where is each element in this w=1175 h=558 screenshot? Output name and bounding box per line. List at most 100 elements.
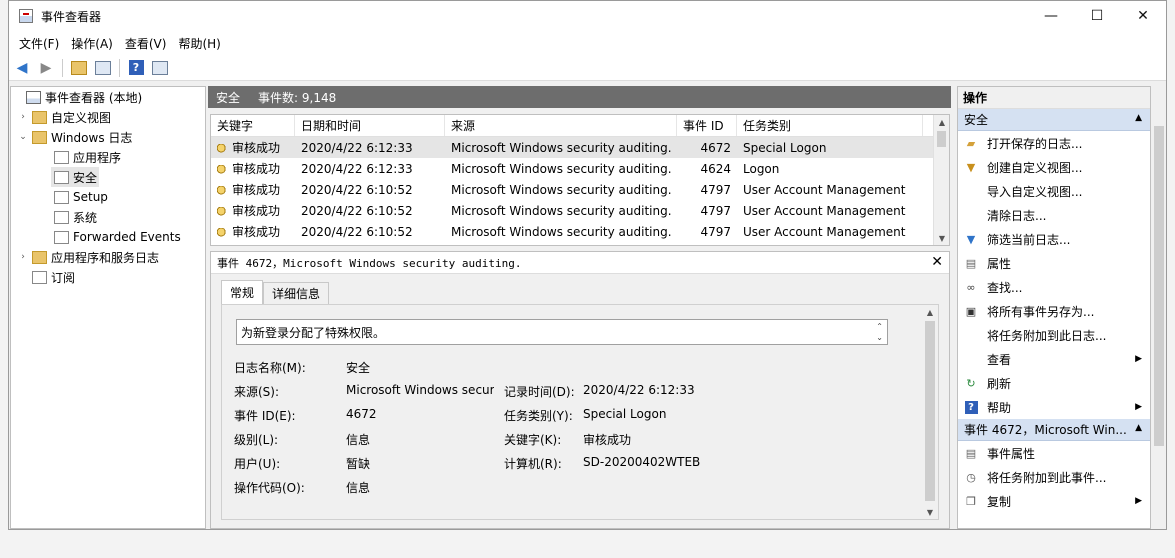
label-source: 来源(S): [234, 385, 280, 399]
expand-arrow-icon[interactable]: › [17, 252, 29, 262]
action-import-custom-view[interactable]: 导入自定义视图... [958, 179, 1150, 203]
tree-setup[interactable]: Setup [51, 187, 108, 207]
action-attach-task-to-log[interactable]: 将任务附加到此日志... [958, 323, 1150, 347]
column-task-category[interactable]: 任务类别 [737, 115, 923, 136]
event-count: 事件数: 9,148 [258, 90, 337, 105]
tab-details[interactable]: 详细信息 [263, 282, 330, 304]
column-datetime[interactable]: 日期和时间 [295, 115, 445, 136]
copy-icon: ❐ [966, 494, 976, 508]
log-name: 安全 [216, 90, 241, 105]
event-detail-title: 事件 4672，Microsoft Windows security audit… [217, 256, 522, 270]
refresh-icon: ↻ [966, 376, 976, 390]
action-clear-log[interactable]: 清除日志... [958, 203, 1150, 227]
show-hide-action-pane-icon[interactable] [149, 57, 171, 79]
up-folder-icon[interactable] [68, 57, 90, 79]
table-row[interactable]: 审核成功 2020/4/22 6:10:52 Microsoft Windows… [211, 179, 949, 200]
tree-custom-views[interactable]: › 自定义视图 [17, 107, 111, 127]
menu-file[interactable]: 文件(F) [13, 35, 65, 52]
maximize-button[interactable]: ☐ [1074, 1, 1120, 31]
event-message-box[interactable]: 为新登录分配了特殊权限。 ⌃ ⌄ [236, 319, 888, 345]
filter-icon: ▼ [966, 232, 976, 246]
minimize-button[interactable]: — [1028, 1, 1074, 31]
tree-root[interactable]: 事件查看器 (本地) [11, 87, 142, 107]
event-list-scrollbar[interactable]: ▲ ▼ [933, 115, 949, 245]
folder-icon [32, 110, 47, 124]
action-view[interactable]: 查看 ▶ [958, 347, 1150, 371]
table-row[interactable]: 审核成功 2020/4/22 6:12:33 Microsoft Windows… [211, 137, 949, 158]
label-level: 级别(L): [234, 433, 279, 447]
action-help[interactable]: ? 帮助 ▶ [958, 395, 1150, 419]
actions-section-security[interactable]: 安全 ▲ [958, 109, 1150, 131]
action-label: 将所有事件另存为... [987, 304, 1095, 319]
properties-icon: ▤ [965, 256, 977, 270]
tree-security-label: 安全 [73, 170, 98, 185]
tree-app-services-label: 应用程序和服务日志 [51, 250, 160, 265]
action-event-properties[interactable]: ▤ 事件属性 [958, 441, 1150, 465]
collapse-caret-icon[interactable]: ▲ [1135, 113, 1142, 123]
actions-scrollbar[interactable] [1151, 86, 1166, 529]
title-bar[interactable]: 事件查看器 — ☐ ✕ [9, 1, 1166, 31]
close-detail-icon[interactable]: ✕ [931, 254, 943, 270]
action-copy[interactable]: ❐ 复制 ▶ [958, 489, 1150, 513]
log-icon [54, 210, 69, 224]
show-hide-tree-icon[interactable] [92, 57, 114, 79]
actions-section-event[interactable]: 事件 4672，Microsoft Win... ▲ [958, 419, 1150, 441]
action-find[interactable]: ∞ 查找... [958, 275, 1150, 299]
event-message: 为新登录分配了特殊权限。 [241, 325, 386, 340]
action-properties[interactable]: ▤ 属性 [958, 251, 1150, 275]
tree-application[interactable]: 应用程序 [51, 147, 121, 167]
close-button[interactable]: ✕ [1120, 1, 1166, 31]
tree-system[interactable]: 系统 [51, 207, 97, 227]
collapse-arrow-icon[interactable]: ⌄ [17, 132, 29, 142]
scroll-down-icon[interactable]: ▼ [934, 231, 949, 245]
tab-general[interactable]: 常规 [221, 280, 264, 304]
menu-action[interactable]: 操作(A) [65, 35, 119, 52]
menu-help[interactable]: 帮助(H) [172, 35, 226, 52]
table-row[interactable]: 审核成功 2020/4/22 6:10:52 Microsoft Windows… [211, 200, 949, 221]
action-label: 将任务附加到此日志... [987, 328, 1107, 343]
action-filter-current-log[interactable]: ▼ 筛选当前日志... [958, 227, 1150, 251]
tree-windows-logs[interactable]: ⌄ Windows 日志 [17, 127, 132, 147]
submenu-arrow-icon: ▶ [1135, 496, 1142, 506]
row-keyword: 审核成功 [232, 183, 281, 197]
value-computer: SD-20200402WTEB [583, 455, 701, 469]
tree-security[interactable]: 安全 [51, 167, 99, 187]
scroll-thumb[interactable] [1154, 126, 1164, 446]
action-refresh[interactable]: ↻ 刷新 [958, 371, 1150, 395]
row-source: Microsoft Windows security auditing. [451, 203, 672, 218]
scroll-thumb[interactable] [937, 131, 946, 147]
blank-icon [963, 352, 979, 366]
help-icon[interactable]: ? [125, 57, 147, 79]
label-computer: 计算机(R): [504, 457, 562, 471]
tree-forwarded-events[interactable]: Forwarded Events [51, 227, 181, 247]
tree-forwarded-label: Forwarded Events [73, 230, 181, 244]
table-row[interactable]: 审核成功 2020/4/22 6:12:33 Microsoft Windows… [211, 158, 949, 179]
back-arrow-icon[interactable]: ◀ [11, 57, 33, 79]
detail-scrollbar[interactable]: ▲ ▼ [922, 305, 938, 519]
scroll-up-icon[interactable]: ▲ [922, 305, 938, 319]
key-icon [217, 164, 229, 175]
scroll-thumb[interactable] [925, 321, 935, 501]
action-open-saved-log[interactable]: ▰ 打开保存的日志... [958, 131, 1150, 155]
menu-view[interactable]: 查看(V) [119, 35, 173, 52]
tree-subscriptions[interactable]: 订阅 [17, 267, 75, 287]
action-label: 查看 [987, 352, 1012, 367]
row-keyword: 审核成功 [232, 225, 281, 239]
action-create-custom-view[interactable]: ▼ 创建自定义视图... [958, 155, 1150, 179]
scroll-up-icon[interactable]: ▲ [934, 115, 949, 129]
collapse-caret-icon[interactable]: ▲ [1135, 423, 1142, 433]
tree-app-services-logs[interactable]: › 应用程序和服务日志 [17, 247, 159, 267]
row-keyword: 审核成功 [232, 141, 281, 155]
action-save-all-events[interactable]: ▣ 将所有事件另存为... [958, 299, 1150, 323]
column-source[interactable]: 来源 [445, 115, 677, 136]
column-keyword[interactable]: 关键字 [211, 115, 295, 136]
table-row[interactable]: 审核成功 2020/4/22 6:10:52 Microsoft Windows… [211, 221, 949, 242]
message-scroll-arrows-icon[interactable]: ⌃ ⌄ [876, 321, 883, 343]
action-label: 刷新 [987, 376, 1012, 391]
action-attach-task-to-event[interactable]: ◷ 将任务附加到此事件... [958, 465, 1150, 489]
forward-arrow-icon[interactable]: ▶ [35, 57, 57, 79]
scroll-down-icon[interactable]: ▼ [922, 505, 938, 519]
expand-arrow-icon[interactable]: › [17, 112, 29, 122]
actions-title: 操作 [958, 87, 1150, 109]
column-event-id[interactable]: 事件 ID [677, 115, 737, 136]
